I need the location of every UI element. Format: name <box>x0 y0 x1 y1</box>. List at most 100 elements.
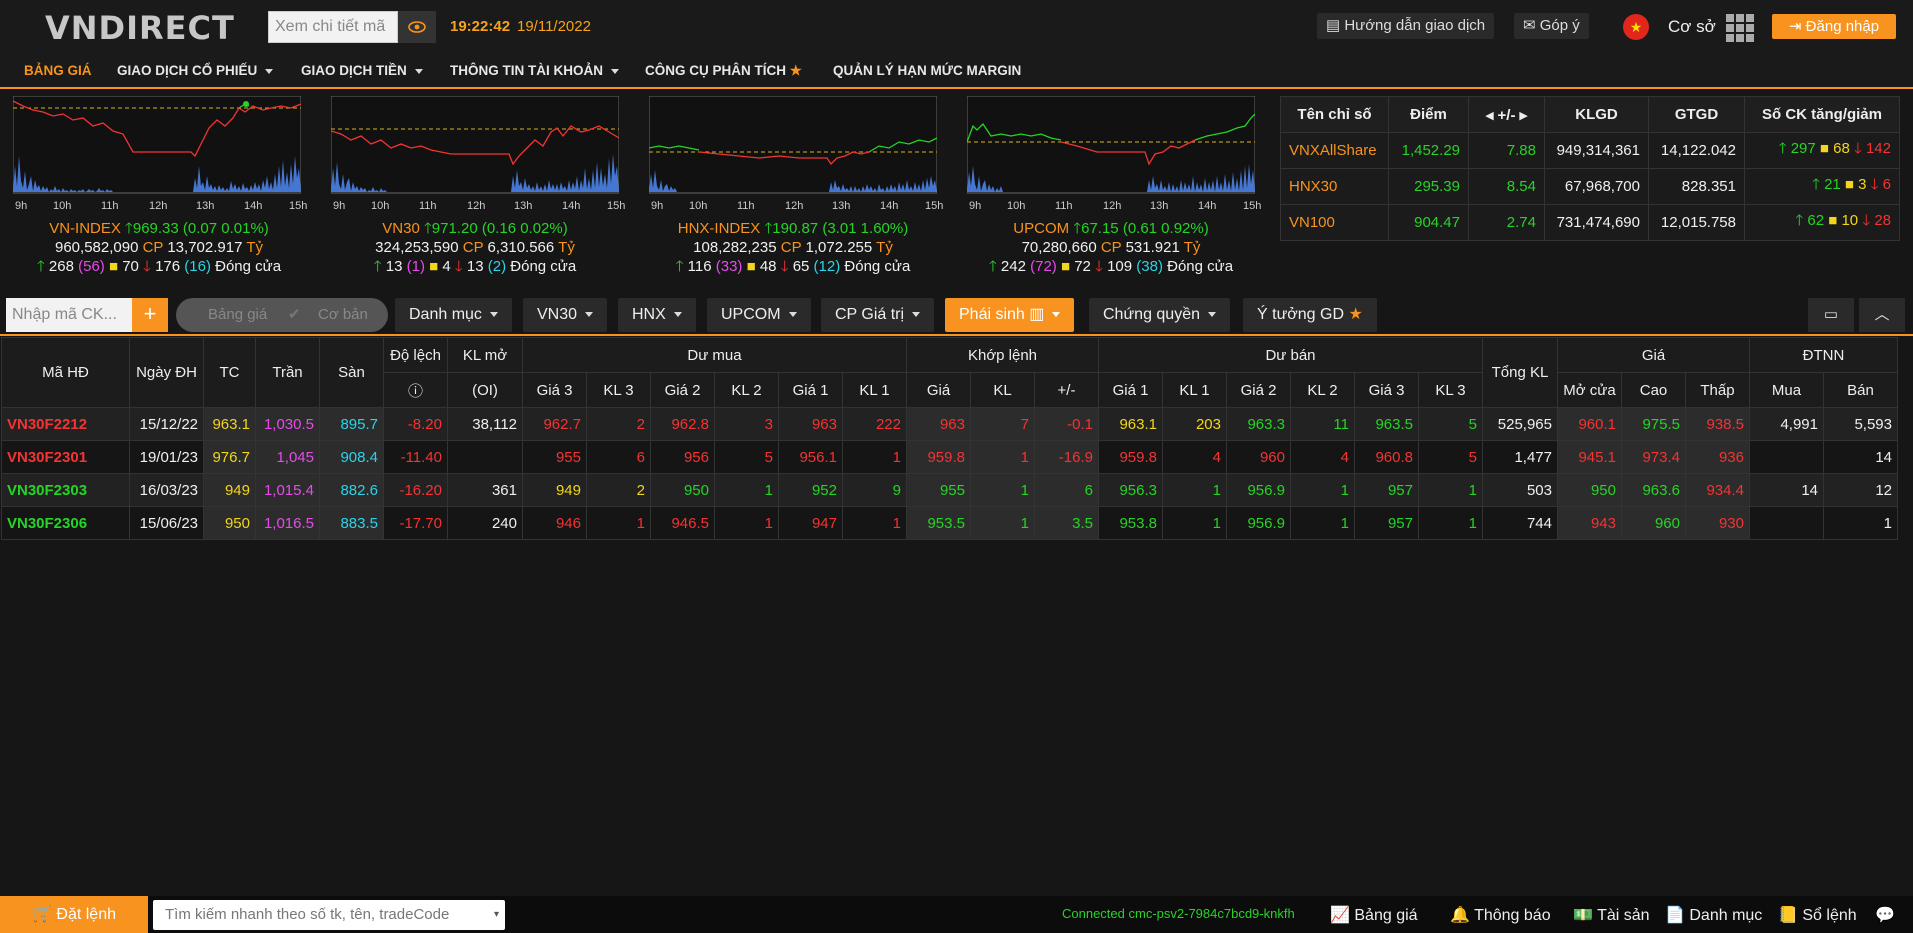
ask-price2[interactable]: 956.9 <box>1226 473 1291 507</box>
up-count: 13 <box>385 258 403 275</box>
chat-icon[interactable]: 💬 <box>1875 905 1895 925</box>
bid-price2[interactable]: 950 <box>650 473 715 507</box>
bid-price2[interactable]: 956 <box>650 440 715 474</box>
col-ceiling[interactable]: Trần <box>255 337 320 408</box>
ask-price1[interactable]: 953.8 <box>1098 506 1163 540</box>
bid-price1[interactable]: 963 <box>778 407 843 441</box>
index-name[interactable]: UPCOM <box>1013 220 1069 237</box>
ask-price3[interactable]: 957 <box>1354 473 1419 507</box>
footer-price-board[interactable]: 📈 Bảng giá <box>1330 905 1418 925</box>
mode-label[interactable]: Cơ sở <box>1668 17 1716 37</box>
add-symbol-button[interactable]: + <box>132 298 168 332</box>
index-name[interactable]: VN30 <box>382 220 420 237</box>
nav-price-board[interactable]: BẢNG GIÁ <box>24 63 92 78</box>
table-row[interactable]: VN30F2303 16/03/23 949 1,015.4 882.6 -16.20… <box>1 473 1898 507</box>
collapse-up-icon[interactable]: ︿ <box>1859 298 1905 332</box>
login-button[interactable]: ⇥ Đăng nhập <box>1772 14 1896 39</box>
toggle-price-board[interactable]: Bảng giá <box>208 298 267 332</box>
symbol-input[interactable]: Nhập mã CK... <box>6 298 132 332</box>
col-basis[interactable]: Độ lệch <box>383 337 448 373</box>
vndirect-logo[interactable]: VNDIRECT <box>45 9 235 47</box>
bid-price2[interactable]: 962.8 <box>650 407 715 441</box>
table-row[interactable]: VN30F2306 15/06/23 950 1,016.5 883.5 -17.70… <box>1 506 1898 540</box>
apps-grid-icon[interactable] <box>1726 14 1754 42</box>
bid-price3[interactable]: 946 <box>522 506 587 540</box>
ask-price1[interactable]: 959.8 <box>1098 440 1163 474</box>
bid-price1[interactable]: 956.1 <box>778 440 843 474</box>
nav-cash-trading[interactable]: GIAO DỊCH TIỀN <box>301 63 423 78</box>
vietnam-flag-icon[interactable]: ★ <box>1623 14 1649 40</box>
place-order-button[interactable]: 🛒 Đặt lệnh <box>0 896 148 933</box>
hnxindex-info: HNX-INDEX 🡑 190.87 (3.01 1.60%) 108,282,2… <box>633 219 953 276</box>
match-change: -0.1 <box>1034 407 1099 441</box>
col-floor[interactable]: Sàn <box>319 337 384 408</box>
footer-portfolio[interactable]: 📄 Danh mục <box>1665 905 1762 925</box>
summary-row[interactable]: VNXAllShare 1,452.29 7.88 949,314,361 14,122… <box>1280 132 1900 169</box>
ask-price2[interactable]: 956.9 <box>1226 506 1291 540</box>
bid-price2[interactable]: 946.5 <box>650 506 715 540</box>
index-name[interactable]: VN-INDEX <box>49 220 121 237</box>
account-search-input[interactable]: Tìm kiếm nhanh theo số tk, tên, tradeCod… <box>153 900 505 930</box>
bid-vol3: 2 <box>586 407 651 441</box>
ask-price3[interactable]: 963.5 <box>1354 407 1419 441</box>
col-change[interactable]: ◂ +/- ▸ <box>1468 96 1545 133</box>
col-maturity[interactable]: Ngày ĐH <box>129 337 204 408</box>
footer-order-book[interactable]: 📒 Sổ lệnh <box>1778 905 1857 925</box>
monitor-icon[interactable]: ▭ <box>1808 298 1854 332</box>
table-row[interactable]: VN30F2301 19/01/23 976.7 1,045 908.4 -11.40… <box>1 440 1898 474</box>
foreign-buy <box>1749 440 1824 474</box>
table-row[interactable]: VN30F2212 15/12/22 963.1 1,030.5 895.7 -8.2… <box>1 407 1898 441</box>
tab-derivatives[interactable]: Phái sinh ▥ <box>945 298 1075 332</box>
ask-vol2: 1 <box>1290 506 1355 540</box>
stock-search-input[interactable]: Xem chi tiết mã <box>268 11 398 43</box>
tab-vn30[interactable]: VN30 <box>523 298 608 332</box>
tab-hnx[interactable]: HNX <box>618 298 696 332</box>
guide-button[interactable]: ▤ Hướng dẫn giao dịch <box>1317 13 1495 39</box>
bid-price3[interactable]: 962.7 <box>522 407 587 441</box>
eye-icon[interactable] <box>398 11 436 43</box>
col-ref[interactable]: TC <box>203 337 256 408</box>
info-icon[interactable]: ⓘ <box>383 372 448 408</box>
bid-price1[interactable]: 952 <box>778 473 843 507</box>
check-icon: ✔ <box>288 306 301 323</box>
contract-code[interactable]: VN30F2303 <box>1 473 130 507</box>
contract-code[interactable]: VN30F2212 <box>1 407 130 441</box>
summary-row[interactable]: VN100 904.47 2.74 731,474,690 12,015.758 🡑 62… <box>1280 204 1900 241</box>
col-contract[interactable]: Mã HĐ <box>1 337 130 408</box>
ask-price3[interactable]: 960.8 <box>1354 440 1419 474</box>
index-name[interactable]: HNX-INDEX <box>678 220 761 237</box>
ask-price1[interactable]: 963.1 <box>1098 407 1163 441</box>
ask-price2[interactable]: 963.3 <box>1226 407 1291 441</box>
vn30-mini-chart[interactable]: 9h 10h 11h 12h 13h 14h 15h <box>331 96 625 212</box>
nav-account-info[interactable]: THÔNG TIN TÀI KHOẢN <box>450 63 619 78</box>
col-total-volume[interactable]: Tổng KL <box>1482 337 1558 408</box>
tab-upcom[interactable]: UPCOM <box>707 298 811 332</box>
contract-code[interactable]: VN30F2306 <box>1 506 130 540</box>
vnindex-mini-chart[interactable]: 9h 10h 11h 12h 13h 14h 15h <box>13 96 307 212</box>
col-ask-price2: Giá 2 <box>1226 372 1291 408</box>
ask-price1[interactable]: 956.3 <box>1098 473 1163 507</box>
tab-warrants[interactable]: Chứng quyền <box>1089 298 1230 332</box>
view-toggle[interactable]: Bảng giá ✔ Cơ bản <box>176 298 388 332</box>
footer-notifications[interactable]: 🔔 Thông báo <box>1450 905 1551 925</box>
ask-price2[interactable]: 960 <box>1226 440 1291 474</box>
bid-price1[interactable]: 947 <box>778 506 843 540</box>
toggle-basic[interactable]: Cơ bản <box>318 298 368 332</box>
nav-stock-trading[interactable]: GIAO DỊCH CỔ PHIẾU <box>117 63 274 78</box>
tab-trade-ideas[interactable]: Ý tưởng GD ★ <box>1243 298 1377 332</box>
summary-row[interactable]: HNX30 295.39 8.54 67,968,700 828.351 🡑 21 ■ 3… <box>1280 168 1900 205</box>
ref-price: 963.1 <box>203 407 256 441</box>
hnxindex-mini-chart[interactable]: 9h 10h 11h 12h 13h 14h 15h <box>649 96 943 212</box>
nav-margin-limit[interactable]: QUẢN LÝ HẠN MỨC MARGIN <box>833 63 1021 78</box>
bid-price3[interactable]: 955 <box>522 440 587 474</box>
tab-value-stocks[interactable]: CP Giá trị <box>821 298 935 332</box>
bid-price3[interactable]: 949 <box>522 473 587 507</box>
nav-analysis-tools[interactable]: CÔNG CỤ PHÂN TÍCH ★ <box>645 63 802 79</box>
upcom-mini-chart[interactable]: 9h 10h 11h 12h 13h 14h 15h <box>967 96 1261 212</box>
contract-code[interactable]: VN30F2301 <box>1 440 130 474</box>
tab-watchlist[interactable]: Danh mục <box>395 298 512 332</box>
col-oi[interactable]: KL mở <box>447 337 523 373</box>
footer-assets[interactable]: 💵 Tài sản <box>1573 905 1650 925</box>
feedback-button[interactable]: ✉ Góp ý <box>1514 13 1589 39</box>
ask-price3[interactable]: 957 <box>1354 506 1419 540</box>
